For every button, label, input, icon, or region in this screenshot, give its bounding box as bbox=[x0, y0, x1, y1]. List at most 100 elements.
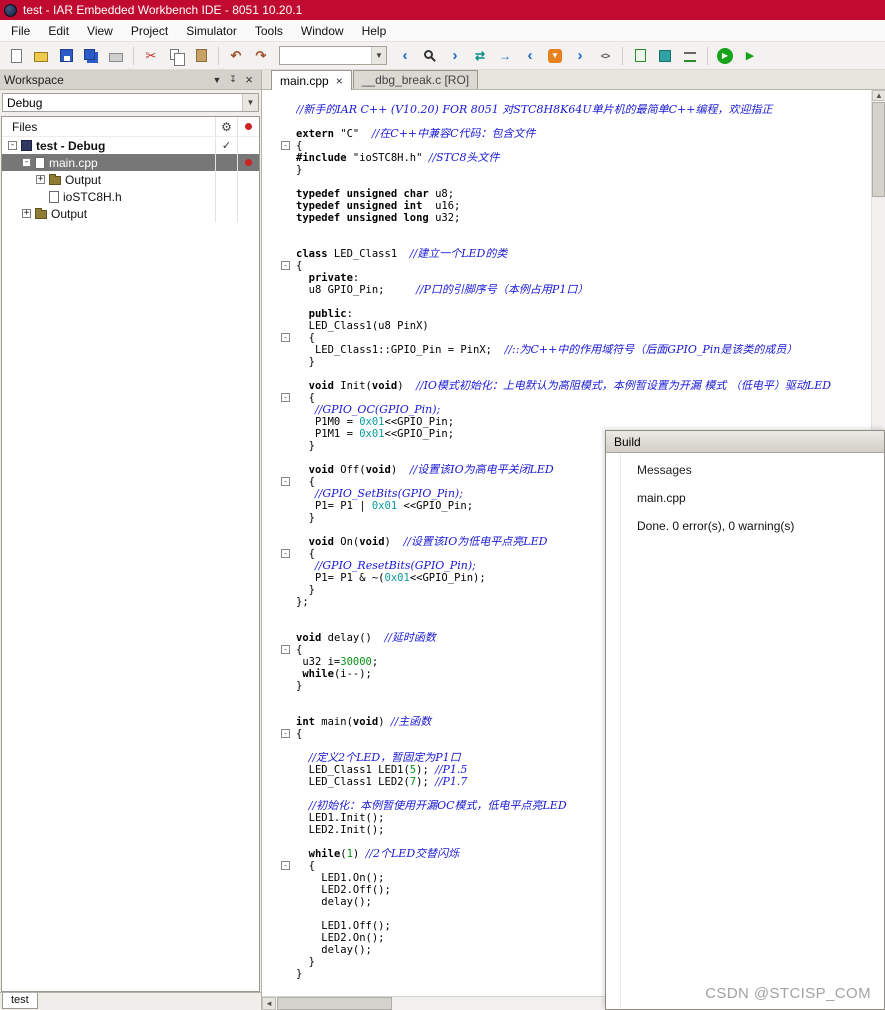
undo-icon-button[interactable]: ↶ bbox=[225, 45, 247, 67]
tab-main-cpp[interactable]: main.cpp × bbox=[271, 70, 352, 90]
code-line[interactable]: LED_Class1::GPIO_Pin = PinX; //::为C++中的作… bbox=[276, 344, 871, 356]
menu-simulator[interactable]: Simulator bbox=[177, 21, 246, 41]
code-line[interactable]: -{ bbox=[276, 260, 871, 272]
tree-item-output[interactable]: + Output bbox=[2, 205, 259, 222]
panel-menu-icon[interactable]: ▼ bbox=[209, 72, 225, 88]
code-line[interactable]: u8 GPIO_Pin; //P口的引脚序号（本例占用P1口） bbox=[276, 284, 871, 296]
code-line[interactable]: typedef unsigned int u16; bbox=[276, 200, 871, 212]
nav-back-icon-button[interactable]: ‹ bbox=[519, 45, 541, 67]
close-tab-icon[interactable]: × bbox=[336, 74, 343, 88]
fold-toggle-icon[interactable]: - bbox=[281, 141, 290, 150]
tab--dbg-break-c-ro-[interactable]: __dbg_break.c [RO] bbox=[352, 70, 479, 89]
collapse-icon[interactable]: - bbox=[22, 158, 31, 167]
expand-icon[interactable]: + bbox=[36, 175, 45, 184]
code-line[interactable] bbox=[276, 236, 871, 248]
menu-view[interactable]: View bbox=[78, 21, 122, 41]
menu-help[interactable]: Help bbox=[353, 21, 396, 41]
code-line[interactable]: private: bbox=[276, 272, 871, 284]
code-line[interactable]: typedef unsigned long u32; bbox=[276, 212, 871, 224]
settings-column-icon[interactable]: ⚙ bbox=[221, 120, 232, 134]
code-line[interactable]: class LED_Class1 //建立一个LED的类 bbox=[276, 248, 871, 260]
search-icon-button[interactable] bbox=[419, 45, 441, 67]
pin-icon[interactable]: ↧ bbox=[225, 72, 241, 88]
code-line[interactable]: } bbox=[276, 356, 871, 368]
window-title: test - IAR Embedded Workbench IDE - 8051… bbox=[23, 3, 303, 17]
code-line[interactable]: LED_Class1(u8 PinX) bbox=[276, 320, 871, 332]
find-next-icon-button[interactable]: › bbox=[444, 45, 466, 67]
code-line[interactable] bbox=[276, 116, 871, 128]
find-previous-icon-button[interactable]: ‹ bbox=[394, 45, 416, 67]
workspace-tab-test[interactable]: test bbox=[2, 993, 38, 1009]
code-line[interactable]: public: bbox=[276, 308, 871, 320]
debug-without-downloading-icon-button[interactable]: ▶ bbox=[739, 45, 761, 67]
chevron-down-icon[interactable]: ▼ bbox=[371, 47, 386, 64]
collapse-icon[interactable]: - bbox=[8, 141, 17, 150]
open-file-icon-button[interactable] bbox=[30, 45, 52, 67]
goto-icon-button[interactable]: → bbox=[494, 45, 516, 67]
replace-icon-button[interactable]: ⇄ bbox=[469, 45, 491, 67]
build-window-titlebar[interactable]: Build bbox=[606, 431, 884, 453]
fold-toggle-icon[interactable]: - bbox=[281, 549, 290, 558]
code-line[interactable]: - { bbox=[276, 392, 871, 404]
tree-item-test-debug[interactable]: - test - Debug ✓ bbox=[2, 137, 259, 154]
files-panel: Files ⚙ - test - Debug ✓ - main.cpp + Output io… bbox=[1, 116, 260, 992]
redo-icon-button[interactable]: ↷ bbox=[250, 45, 272, 67]
toggle-header-source-icon-button[interactable]: <> bbox=[594, 45, 616, 67]
find-combo[interactable]: ▼ bbox=[279, 46, 387, 65]
fold-gutter bbox=[276, 380, 296, 392]
menu-tools[interactable]: Tools bbox=[246, 21, 292, 41]
build-window-body: Messages main.cpp Done. 0 error(s), 0 war… bbox=[606, 453, 884, 1009]
fold-toggle-icon[interactable]: - bbox=[281, 729, 290, 738]
make-icon-button[interactable] bbox=[654, 45, 676, 67]
fold-toggle-icon[interactable]: - bbox=[281, 261, 290, 270]
configuration-dropdown[interactable]: Debug ▼ bbox=[2, 93, 259, 112]
horizontal-scroll-thumb[interactable] bbox=[277, 997, 392, 1010]
compile-icon-button[interactable] bbox=[629, 45, 651, 67]
copy-icon-button[interactable] bbox=[165, 45, 187, 67]
code-line[interactable]: P1M0 = 0x01<<GPIO_Pin; bbox=[276, 416, 871, 428]
fold-toggle-icon[interactable]: - bbox=[281, 333, 290, 342]
code-line[interactable]: typedef unsigned char u8; bbox=[276, 188, 871, 200]
code-line[interactable] bbox=[276, 368, 871, 380]
code-line[interactable]: //新手的IAR C++ (V10.20) FOR 8051 对STC8H8K6… bbox=[276, 104, 871, 116]
workspace-panel-header[interactable]: Workspace ▼ ↧ × bbox=[0, 70, 261, 90]
vertical-scroll-thumb[interactable] bbox=[872, 102, 885, 197]
expand-icon[interactable]: + bbox=[22, 209, 31, 218]
code-line[interactable]: - { bbox=[276, 332, 871, 344]
tree-item-main-cpp[interactable]: - main.cpp bbox=[2, 154, 259, 171]
batch-build-icon-button[interactable] bbox=[679, 45, 701, 67]
code-line[interactable]: #include "ioSTC8H.h" //STC8头文件 bbox=[276, 152, 871, 164]
code-line[interactable] bbox=[276, 224, 871, 236]
code-line[interactable] bbox=[276, 176, 871, 188]
chevron-down-icon[interactable]: ▼ bbox=[242, 94, 258, 111]
save-all-icon-button[interactable] bbox=[80, 45, 102, 67]
code-line[interactable]: } bbox=[276, 164, 871, 176]
code-line[interactable]: -{ bbox=[276, 140, 871, 152]
save-icon-button[interactable] bbox=[55, 45, 77, 67]
menu-project[interactable]: Project bbox=[122, 21, 177, 41]
tree-item-iostc8h-h[interactable]: ioSTC8H.h bbox=[2, 188, 259, 205]
tree-item-output[interactable]: + Output bbox=[2, 171, 259, 188]
fold-toggle-icon[interactable]: - bbox=[281, 477, 290, 486]
code-line[interactable]: extern "C" //在C++中兼容C代码：包含文件 bbox=[276, 128, 871, 140]
scroll-left-icon[interactable]: ◄ bbox=[262, 997, 276, 1010]
code-line[interactable] bbox=[276, 296, 871, 308]
code-line[interactable]: void Init(void) //IO模式初始化：上电默认为高阻模式，本例暂设… bbox=[276, 380, 871, 392]
menu-edit[interactable]: Edit bbox=[39, 21, 78, 41]
find-input[interactable] bbox=[280, 47, 371, 64]
paste-icon-button[interactable] bbox=[190, 45, 212, 67]
download-icon-button[interactable]: ▼ bbox=[544, 45, 566, 67]
menu-window[interactable]: Window bbox=[292, 21, 353, 41]
scroll-up-icon[interactable]: ▲ bbox=[872, 90, 885, 101]
nav-forward-icon-button[interactable]: › bbox=[569, 45, 591, 67]
cut-icon-button[interactable]: ✂ bbox=[140, 45, 162, 67]
fold-toggle-icon[interactable]: - bbox=[281, 393, 290, 402]
fold-toggle-icon[interactable]: - bbox=[281, 645, 290, 654]
code-line[interactable]: //GPIO_OC(GPIO_Pin); bbox=[276, 404, 871, 416]
download-and-debug-icon-button[interactable]: ▶ bbox=[714, 45, 736, 67]
menu-file[interactable]: File bbox=[2, 21, 39, 41]
print-icon-button[interactable] bbox=[105, 45, 127, 67]
fold-toggle-icon[interactable]: - bbox=[281, 861, 290, 870]
new-document-icon-button[interactable] bbox=[5, 45, 27, 67]
close-panel-icon[interactable]: × bbox=[241, 72, 257, 88]
